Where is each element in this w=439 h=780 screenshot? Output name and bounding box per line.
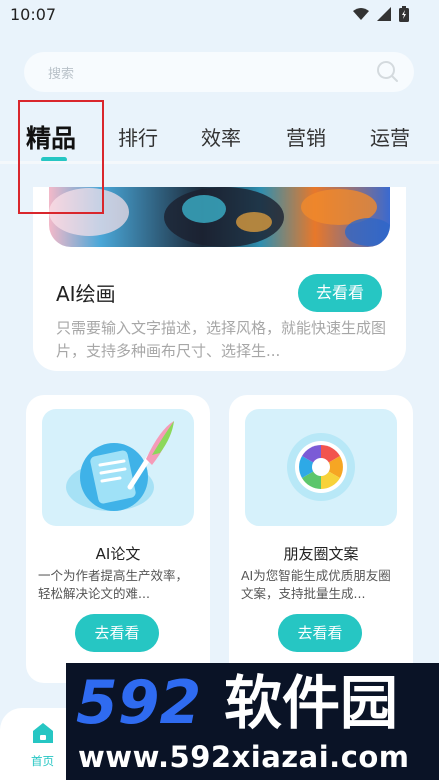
ai-painting-view-button[interactable]: 去看看: [298, 274, 382, 312]
search-bar[interactable]: 搜索: [24, 52, 414, 92]
svg-text:592: 592: [76, 668, 201, 737]
feature-title: AI绘画: [56, 282, 116, 306]
tab-yunying[interactable]: 运营: [370, 122, 410, 151]
watermark-url: www.592xiazai.com: [78, 740, 410, 774]
status-bar: 10:07: [0, 0, 439, 32]
camera-aperture-icon: [245, 409, 397, 526]
nav-home-label[interactable]: 首页: [31, 753, 54, 769]
watermark-logo: 592 软件园: [76, 668, 398, 737]
card-ai-paper[interactable]: AI论文 一个为作者提高生产效率，轻松解决论文的难... 去看看: [26, 395, 210, 683]
status-icons: [353, 6, 409, 22]
quill-document-icon: [42, 409, 194, 526]
tab-yingxiao[interactable]: 营销: [286, 122, 326, 151]
moments-copy-view-button[interactable]: 去看看: [278, 614, 362, 652]
highlight-annotation-box: [18, 100, 104, 214]
card-title: 朋友圈文案: [283, 545, 359, 563]
tab-xiaolv[interactable]: 效率: [201, 122, 241, 151]
svg-text:软件园: 软件园: [224, 669, 398, 737]
status-time: 10:07: [10, 5, 57, 24]
card-description: AI为您智能生成优质朋友圈文案，支持批量生成...: [241, 568, 391, 601]
card-moments-copy[interactable]: 朋友圈文案 AI为您智能生成优质朋友圈文案，支持批量生成... 去看看: [229, 395, 413, 683]
search-input[interactable]: 搜索: [48, 63, 74, 82]
feature-card-ai-painting[interactable]: AI绘画 去看看 只需要输入文字描述，选择风格，就能快速生成图片，支持多种画布尺…: [33, 187, 406, 371]
battery-icon: [399, 6, 409, 22]
card-description: 一个为作者提高生产效率，轻松解决论文的难...: [38, 568, 189, 601]
signal-icon: [377, 7, 391, 21]
ai-paper-view-button[interactable]: 去看看: [75, 614, 159, 652]
card-title: AI论文: [95, 545, 141, 563]
home-icon[interactable]: [31, 721, 55, 745]
wifi-icon: [353, 8, 369, 20]
tab-paihang[interactable]: 排行: [118, 122, 158, 151]
feature-description: 只需要输入文字描述，选择风格，就能快速生成图片，支持多种画布尺寸、选择生...: [56, 319, 387, 360]
search-icon[interactable]: [376, 60, 400, 84]
site-watermark: 592 软件园 www.592xiazai.com: [66, 663, 439, 780]
